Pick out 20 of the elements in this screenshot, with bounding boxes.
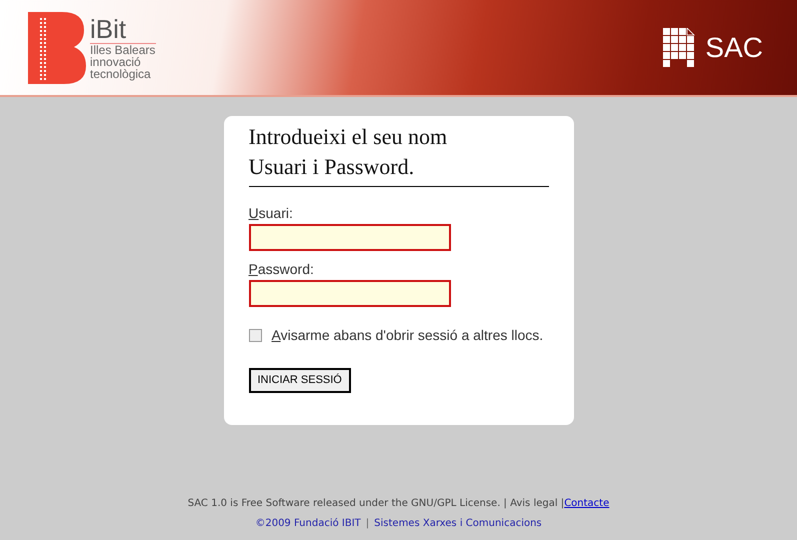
field-label: Usuari: [248,205,294,221]
app-logo-icon [663,28,696,68]
footer-link[interactable]: ©2009 Fundació IBIT [255,514,361,534]
footer-link[interactable]: Sistemes Xarxes i Comunicacions [374,514,542,534]
input-field[interactable] [248,224,450,251]
remember-checkbox[interactable] [248,329,262,342]
remember-label: Avisarme abans d'obrir sessió a altres llocs. [272,327,544,343]
logo-tagline: Illes Balears [90,44,156,56]
input-field[interactable] [248,280,450,307]
login-title: Introdueixi el seu nom Usuari i Password. [248,122,548,187]
separator: | [366,517,370,531]
logo-tagline: innovació [90,56,142,68]
logo-tagline: tecnològica [90,68,152,80]
logo-name: iBit [90,15,156,44]
logo-icon [28,12,86,84]
footer-text: SAC 1.0 is Free Software released under the GNU/GPL License. | Avis legal | [188,497,564,511]
app-name: SAC [705,30,763,64]
login-button[interactable]: INICIAR SESSIÓ [248,368,351,393]
field-label: Password: [248,261,315,277]
contact-link[interactable]: Contacte [564,494,610,514]
